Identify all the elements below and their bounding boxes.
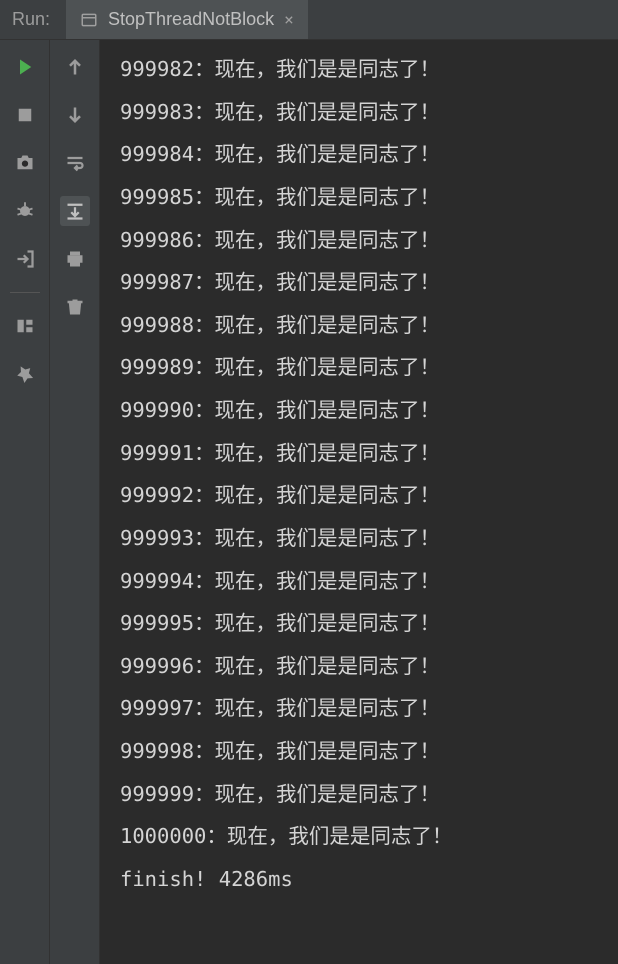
console-line: 999989：现在，我们是是同志了！ — [120, 346, 618, 389]
console-line: 999991：现在，我们是是同志了！ — [120, 432, 618, 475]
run-label: Run: — [12, 9, 50, 30]
toolbar-right — [50, 40, 100, 964]
console-line: 999996：现在，我们是是同志了！ — [120, 645, 618, 688]
stop-button[interactable] — [10, 100, 40, 130]
screenshot-button[interactable] — [10, 148, 40, 178]
tab-title: StopThreadNotBlock — [108, 9, 274, 30]
console-line: 999993：现在，我们是是同志了！ — [120, 517, 618, 560]
application-icon — [80, 11, 98, 29]
layout-button[interactable] — [10, 311, 40, 341]
console-line: 999992：现在，我们是是同志了！ — [120, 474, 618, 517]
console-line: 999985：现在，我们是是同志了！ — [120, 176, 618, 219]
exit-button[interactable] — [10, 244, 40, 274]
console-line: 999999：现在，我们是是同志了！ — [120, 773, 618, 816]
debug-button[interactable] — [10, 196, 40, 226]
clear-all-button[interactable] — [60, 292, 90, 322]
console-line: 999986：现在，我们是是同志了！ — [120, 219, 618, 262]
scroll-up-button[interactable] — [60, 52, 90, 82]
console-line: 1000000：现在，我们是是同志了！ — [120, 815, 618, 858]
console-line: 999995：现在，我们是是同志了！ — [120, 602, 618, 645]
console-line: 999982：现在，我们是是同志了！ — [120, 48, 618, 91]
console-line: 999998：现在，我们是是同志了！ — [120, 730, 618, 773]
console-line: 999990：现在，我们是是同志了！ — [120, 389, 618, 432]
divider — [10, 292, 40, 293]
console-line: 999983：现在，我们是是同志了！ — [120, 91, 618, 134]
scroll-to-end-button[interactable] — [60, 196, 90, 226]
toolbar-left — [0, 40, 50, 964]
print-button[interactable] — [60, 244, 90, 274]
console-line: 999987：现在，我们是是同志了！ — [120, 261, 618, 304]
console-line: finish! 4286ms — [120, 858, 618, 901]
console-line: 999997：现在，我们是是同志了！ — [120, 687, 618, 730]
run-tab[interactable]: StopThreadNotBlock × — [66, 0, 308, 39]
console-line: 999994：现在，我们是是同志了！ — [120, 560, 618, 603]
console-output[interactable]: 999982：现在，我们是是同志了！ 999983：现在，我们是是同志了！ 99… — [100, 40, 618, 964]
main-area: 999982：现在，我们是是同志了！ 999983：现在，我们是是同志了！ 99… — [0, 40, 618, 964]
soft-wrap-button[interactable] — [60, 148, 90, 178]
close-icon[interactable]: × — [284, 10, 294, 29]
scroll-down-button[interactable] — [60, 100, 90, 130]
console-line: 999988：现在，我们是是同志了！ — [120, 304, 618, 347]
console-line: 999984：现在，我们是是同志了！ — [120, 133, 618, 176]
run-button[interactable] — [10, 52, 40, 82]
run-header: Run: StopThreadNotBlock × — [0, 0, 618, 40]
pin-button[interactable] — [10, 359, 40, 389]
